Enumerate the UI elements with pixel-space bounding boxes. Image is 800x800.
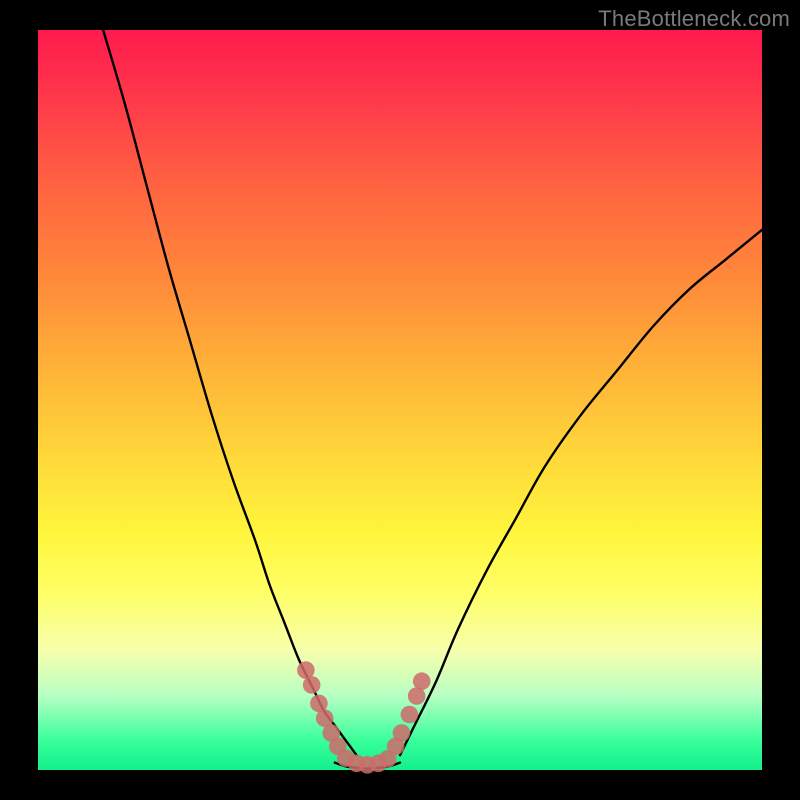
marker-dots (297, 661, 430, 773)
left-curve (103, 30, 356, 755)
marker-dot (393, 724, 411, 742)
chart-svg (38, 30, 762, 770)
right-curve (400, 230, 762, 755)
plot-area (38, 30, 762, 770)
marker-dot (413, 672, 431, 690)
chart-frame: TheBottleneck.com (0, 0, 800, 800)
watermark-text: TheBottleneck.com (598, 6, 790, 32)
marker-dot (401, 706, 419, 724)
marker-dot (303, 676, 321, 694)
